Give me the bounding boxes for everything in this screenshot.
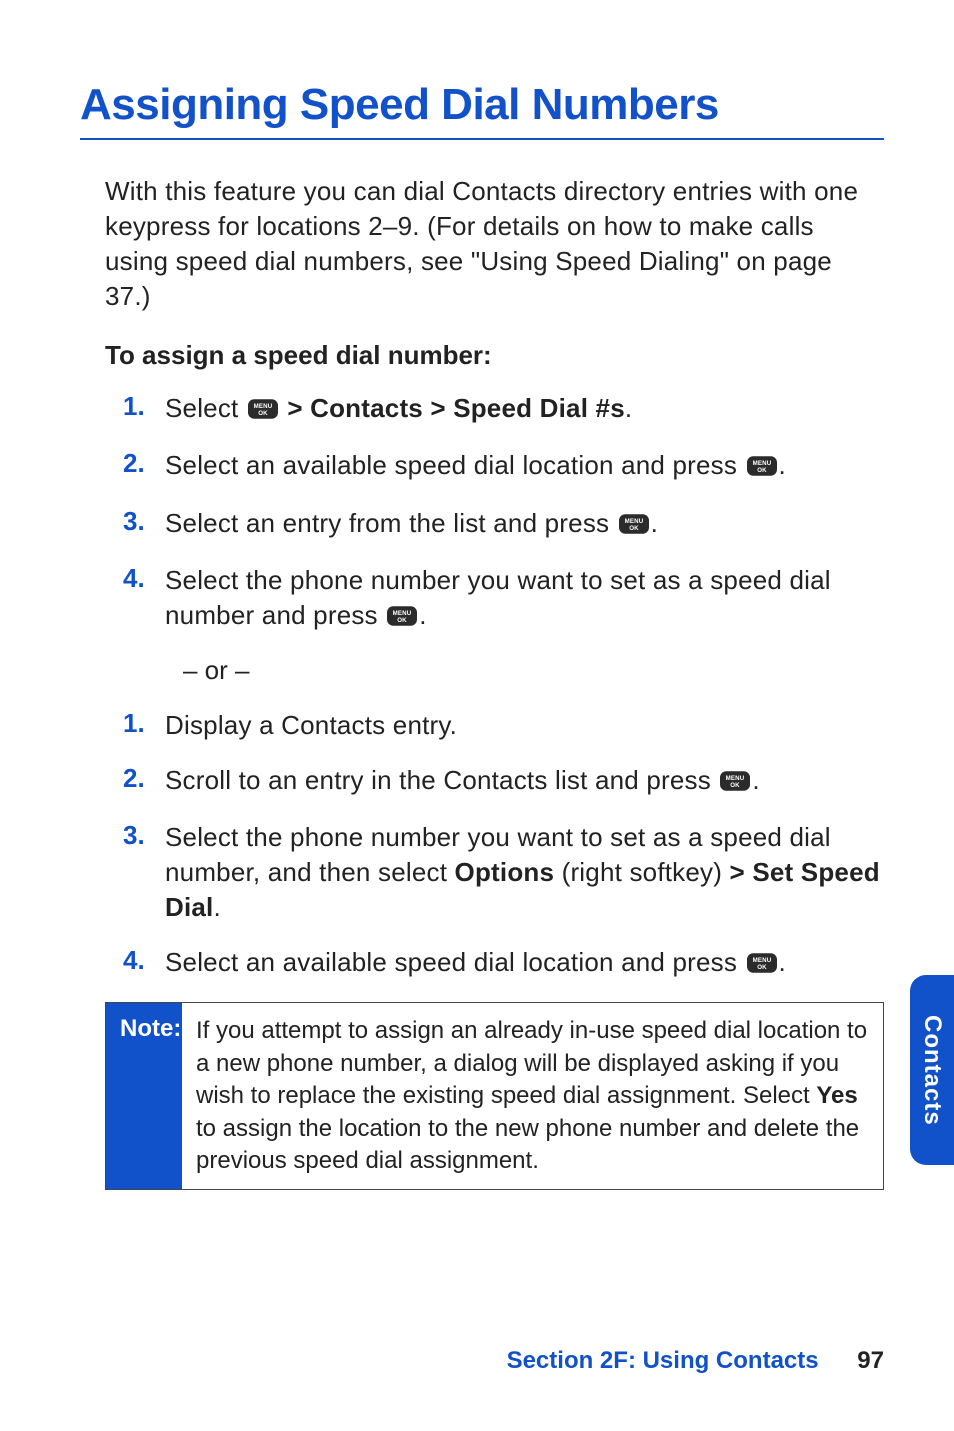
step-text: Select the phone number you want to set … [165,820,884,925]
list-item: 3. Select an entry from the list and pre… [105,506,884,543]
step-text: Select an available speed dial location … [165,448,786,485]
list-item: 1. Display a Contacts entry. [105,708,884,743]
step-number: 1. [105,708,165,739]
list-item: 1. Select > Contacts > Speed Dial #s. [105,391,884,428]
menu-ok-icon [747,947,777,982]
step-number: 1. [105,391,165,422]
note-box: Note: If you attempt to assign an alread… [105,1002,884,1190]
step-number: 4. [105,563,165,594]
step-text: Scroll to an entry in the Contacts list … [165,763,760,800]
footer-section: Section 2F: Using Contacts [507,1347,819,1374]
side-tab: Contacts [910,975,954,1165]
list-item: 2. Select an available speed dial locati… [105,448,884,485]
step-number: 2. [105,763,165,794]
side-tab-label: Contacts [918,1015,946,1126]
menu-ok-icon [747,450,777,485]
manual-page: Assigning Speed Dial Numbers With this f… [0,0,954,1431]
step-number: 3. [105,820,165,851]
procedure-subhead: To assign a speed dial number: [105,340,884,371]
page-footer: Section 2F: Using Contacts 97 [80,1347,884,1375]
body-content: With this feature you can dial Contacts … [80,174,884,1190]
procedure-list-a: 1. Select > Contacts > Speed Dial #s. 2.… [105,391,884,634]
heading-rule [80,138,884,140]
or-divider: – or – [105,655,884,686]
step-text: Select > Contacts > Speed Dial #s. [165,391,632,428]
step-number: 4. [105,945,165,976]
step-text: Select an entry from the list and press … [165,506,658,543]
page-title: Assigning Speed Dial Numbers [80,80,884,130]
menu-ok-icon [619,508,649,543]
menu-ok-icon [248,393,278,428]
step-number: 3. [105,506,165,537]
list-item: 4. Select the phone number you want to s… [105,563,884,635]
list-item: 4. Select an available speed dial locati… [105,945,884,982]
procedure-list-b: 1. Display a Contacts entry. 2. Scroll t… [105,708,884,983]
footer-page-number: 97 [857,1347,884,1375]
note-label: Note: [106,1003,182,1189]
intro-paragraph: With this feature you can dial Contacts … [105,174,884,314]
list-item: 2. Scroll to an entry in the Contacts li… [105,763,884,800]
note-text: If you attempt to assign an already in-u… [182,1003,883,1189]
step-text: Select the phone number you want to set … [165,563,884,635]
list-item: 3. Select the phone number you want to s… [105,820,884,925]
menu-ok-icon [720,765,750,800]
menu-ok-icon [387,600,417,635]
step-text: Select an available speed dial location … [165,945,786,982]
step-number: 2. [105,448,165,479]
step-text: Display a Contacts entry. [165,708,457,743]
